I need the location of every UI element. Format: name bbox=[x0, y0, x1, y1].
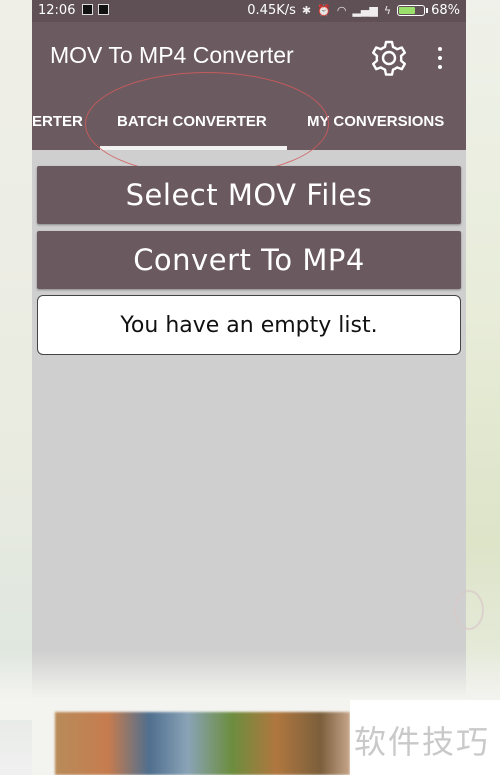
alarm-icon: ⏰ bbox=[317, 4, 331, 17]
notification-icon bbox=[98, 4, 109, 15]
wifi-icon: ◠ bbox=[336, 4, 347, 17]
highlight-circle-annotation bbox=[85, 72, 329, 176]
app-title: MOV To MP4 Converter bbox=[50, 42, 294, 68]
battery-percent: 68% bbox=[431, 3, 460, 18]
select-mov-files-button[interactable]: Select MOV Files bbox=[37, 166, 461, 224]
status-time: 12:06 bbox=[38, 3, 76, 18]
watermark-text: 软件技巧 bbox=[354, 723, 491, 761]
blurred-photo-strip bbox=[55, 712, 350, 775]
network-speed: 0.45K/s bbox=[247, 3, 296, 18]
battery-icon bbox=[397, 5, 429, 16]
edge-handle bbox=[454, 590, 484, 630]
gear-icon[interactable] bbox=[369, 38, 409, 78]
notification-icon bbox=[82, 4, 93, 15]
bluetooth-icon: ✱ bbox=[301, 4, 312, 17]
convert-to-mp4-button[interactable]: Convert To MP4 bbox=[37, 231, 461, 289]
more-vert-icon[interactable] bbox=[434, 44, 446, 70]
signal-icon: ▂▄▆ bbox=[352, 4, 378, 17]
status-bar: 12:06 0.45K/s ✱ ⏰ ◠ ▂▄▆ ϟ 68% bbox=[32, 0, 466, 22]
tab-converter[interactable]: ERTER bbox=[32, 113, 83, 130]
phone-screen: 12:06 0.45K/s ✱ ⏰ ◠ ▂▄▆ ϟ 68% MOV To MP4… bbox=[32, 0, 484, 700]
battery-fill bbox=[399, 7, 416, 14]
status-indicators: 0.45K/s ✱ ⏰ ◠ ▂▄▆ ϟ 68% bbox=[247, 3, 460, 18]
empty-list-message: You have an empty list. bbox=[37, 295, 461, 355]
charging-icon: ϟ bbox=[383, 4, 392, 17]
